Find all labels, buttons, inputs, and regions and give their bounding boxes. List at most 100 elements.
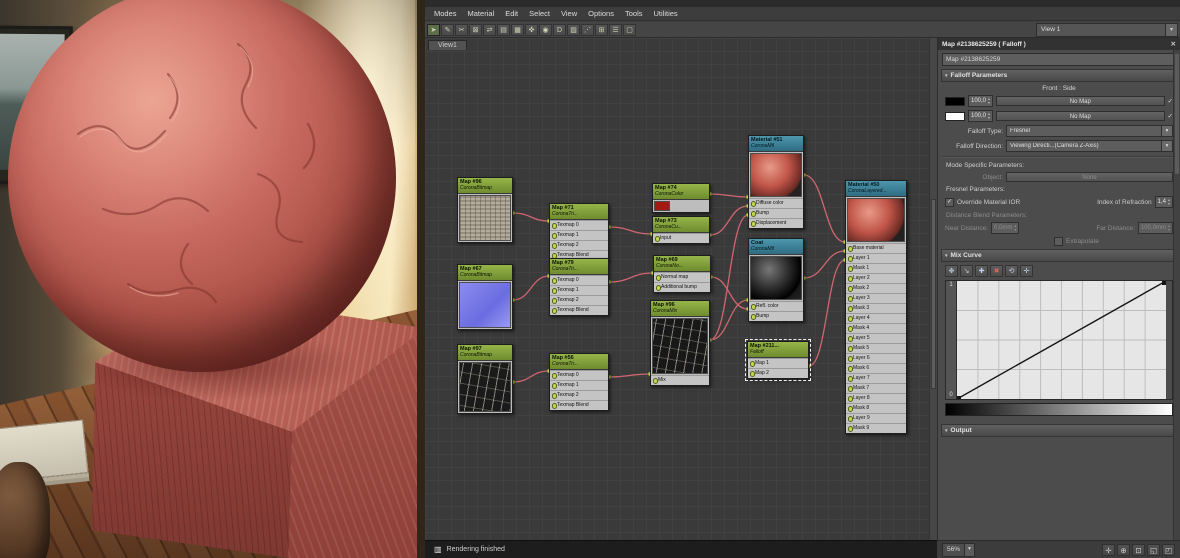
- node-slot-mask-4[interactable]: Mask 4: [846, 322, 906, 333]
- spinner-down-icon[interactable]: ▾: [1168, 202, 1170, 206]
- view-selector-dropdown[interactable]: View 1 ▾: [1036, 22, 1178, 37]
- node-slot-layer-5[interactable]: Layer 5: [846, 332, 906, 343]
- front-color-swatch[interactable]: [945, 96, 965, 106]
- node-map67-bitmap[interactable]: Map #67 CoronaBitmap: [457, 264, 513, 330]
- node-slot-bump[interactable]: Bump: [749, 207, 803, 218]
- node-header[interactable]: Map #73 CoronaCu...: [653, 217, 709, 233]
- hide-unused-nodeslots-icon[interactable]: ▤: [497, 23, 510, 36]
- node-slot-input[interactable]: Input: [653, 232, 709, 243]
- node-slot-layer-2[interactable]: Layer 2: [846, 272, 906, 283]
- node-map79-tri[interactable]: Map #79 CoronaTri... Texmap 0 Texmap 1 Texma…: [549, 258, 609, 316]
- node-slot-layer-3[interactable]: Layer 3: [846, 292, 906, 303]
- node-header[interactable]: Material #51 CoronaMtl: [749, 136, 803, 152]
- spinner-down-icon[interactable]: ▾: [988, 116, 990, 120]
- rollout-mix-curve[interactable]: ▾ Mix Curve: [941, 249, 1177, 262]
- node-slot-mix[interactable]: Mix: [651, 374, 709, 385]
- insert-point-icon[interactable]: ✚: [975, 265, 988, 277]
- node-slot-texmap-0[interactable]: Texmap 0: [550, 219, 608, 230]
- node-map69-normal[interactable]: Map #69 CoronaNo... Normal map Additional b…: [653, 255, 711, 293]
- delete-selected-icon[interactable]: ⊠: [469, 23, 482, 36]
- node-slot-texmap-0[interactable]: Texmap 0: [550, 274, 608, 285]
- node-slot-mask-7[interactable]: Mask 7: [846, 382, 906, 393]
- node-slot-layer-9[interactable]: Layer 9: [846, 412, 906, 423]
- node-slot-texmap-2[interactable]: Texmap 2: [550, 294, 608, 305]
- falloff-direction-dropdown[interactable]: Viewing Directi...(Camera Z-Axis) ▾: [1006, 140, 1173, 152]
- node-header[interactable]: Map #96 CoronaBitmap: [458, 178, 512, 194]
- chevron-down-icon[interactable]: ▾: [1161, 141, 1172, 151]
- node-header[interactable]: Map #56 CoronaTri...: [550, 354, 608, 370]
- object-pick-button[interactable]: None: [1006, 172, 1173, 182]
- node-slot-mask-9[interactable]: Mask 9: [846, 422, 906, 433]
- panel-scrollbar[interactable]: [1173, 50, 1180, 540]
- node-header[interactable]: Map #74 CoronaColor: [653, 184, 709, 200]
- chevron-down-icon[interactable]: ▾: [1161, 126, 1172, 136]
- scrollbar-thumb[interactable]: [1175, 54, 1179, 174]
- pick-material-from-object-icon[interactable]: ✜: [525, 23, 538, 36]
- chevron-down-icon[interactable]: ▾: [1165, 23, 1177, 36]
- node-map71-tri[interactable]: Map #71 CoronaTri... Texmap 0 Texmap 1 Texma…: [549, 203, 609, 261]
- panel-title-bar[interactable]: Map #2138625259 ( Falloff ) ✕: [938, 38, 1180, 50]
- override-ior-checkbox[interactable]: ✓: [945, 197, 954, 207]
- zoom-region-icon[interactable]: ⊡: [1132, 543, 1145, 556]
- material-explorer-icon[interactable]: ☰: [609, 23, 622, 36]
- menu-view[interactable]: View: [561, 9, 577, 18]
- node-slot-layer-6[interactable]: Layer 6: [846, 352, 906, 363]
- node-map97-bitmap[interactable]: Map #97 CoronaBitmap: [457, 344, 513, 414]
- node-slot-bump[interactable]: Bump: [749, 310, 803, 321]
- node-header[interactable]: Map #211... Falloff: [748, 342, 808, 358]
- node-slot-map-2[interactable]: Map 2: [748, 367, 808, 378]
- zoom-level-dropdown[interactable]: 56% ▾: [942, 542, 976, 557]
- delete-point-icon[interactable]: ✖: [990, 265, 1003, 277]
- node-header[interactable]: Map #67 CoronaBitmap: [458, 265, 512, 281]
- node-slot-additional-bump[interactable]: Additional bump: [654, 281, 710, 292]
- node-header[interactable]: Map #97 CoronaBitmap: [458, 345, 512, 361]
- reset-curve-zoom-icon[interactable]: ⟲: [1005, 265, 1018, 277]
- rollout-output[interactable]: ▾ Output: [941, 424, 1177, 437]
- scrollbar-thumb[interactable]: [931, 198, 936, 390]
- near-distance-spinner[interactable]: 0,0mm ▴ ▾: [991, 222, 1020, 234]
- spinner-down-icon[interactable]: ▾: [1168, 228, 1170, 232]
- chevron-down-icon[interactable]: ▾: [964, 543, 975, 556]
- node-map211-falloff[interactable]: Map #211... Falloff Map 1 Map 2: [745, 339, 811, 381]
- mix-curve-graph[interactable]: [957, 281, 1166, 399]
- layout-children-icon[interactable]: ⊞: [595, 23, 608, 36]
- node-header[interactable]: Coat CoronaMtl: [749, 239, 803, 255]
- move-point-icon[interactable]: ✥: [945, 265, 958, 277]
- node-map96-mix[interactable]: Map #96 CoronaMix Mix: [650, 300, 710, 386]
- view-tab[interactable]: View1: [428, 40, 467, 50]
- menu-modes[interactable]: Modes: [434, 9, 457, 18]
- node-slot-layer-7[interactable]: Layer 7: [846, 372, 906, 383]
- node-header[interactable]: Map #79 CoronaTri...: [550, 259, 608, 275]
- map-name-field[interactable]: Map #2138625259: [942, 53, 1176, 66]
- node-slot-texmap-blend[interactable]: Texmap Blend: [550, 399, 608, 410]
- pan-hand-icon[interactable]: ✛: [1102, 543, 1115, 556]
- unlink-icon[interactable]: ✂: [455, 23, 468, 36]
- move-children-icon[interactable]: ⇄: [483, 23, 496, 36]
- node-slot-texmap-0[interactable]: Texmap 0: [550, 369, 608, 380]
- node-header[interactable]: Map #71 CoronaTri...: [550, 204, 608, 220]
- node-header[interactable]: Map #69 CoronaNo...: [654, 256, 710, 272]
- menu-select[interactable]: Select: [529, 9, 550, 18]
- side-map-button[interactable]: No Map: [996, 111, 1165, 121]
- rollout-falloff-parameters[interactable]: ▾ Falloff Parameters: [941, 69, 1177, 82]
- node-slot-texmap-1[interactable]: Texmap 1: [550, 229, 608, 240]
- show-shaded-material-icon[interactable]: D: [553, 23, 566, 36]
- menu-material[interactable]: Material: [468, 9, 495, 18]
- spinner-down-icon[interactable]: ▾: [1014, 228, 1016, 232]
- node-slot-mask-3[interactable]: Mask 3: [846, 302, 906, 313]
- assign-material-to-selection-icon[interactable]: ◉: [539, 23, 552, 36]
- node-slot-refl-color[interactable]: Refl. color: [749, 300, 803, 311]
- node-material50[interactable]: Material #50 CoronaLayered... Base materia…: [845, 180, 907, 434]
- show-windows-icon[interactable]: ▦: [511, 23, 524, 36]
- front-map-button[interactable]: No Map: [996, 96, 1165, 106]
- node-map73-curve[interactable]: Map #73 CoronaCu... Input: [652, 216, 710, 244]
- node-slot-texmap-2[interactable]: Texmap 2: [550, 389, 608, 400]
- node-slot-normal-map[interactable]: Normal map: [654, 271, 710, 282]
- node-graph-canvas[interactable]: View1 Map #96 CoronaBitmap Map #67 CoronaBi…: [425, 38, 937, 540]
- falloff-type-dropdown[interactable]: Fresnel ▾: [1006, 125, 1173, 137]
- node-slot-layer-8[interactable]: Layer 8: [846, 392, 906, 403]
- node-slot-map-1[interactable]: Map 1: [748, 357, 808, 368]
- node-header[interactable]: Material #50 CoronaLayered...: [846, 181, 906, 197]
- node-slot-texmap-1[interactable]: Texmap 1: [550, 284, 608, 295]
- spinner-down-icon[interactable]: ▾: [988, 101, 990, 105]
